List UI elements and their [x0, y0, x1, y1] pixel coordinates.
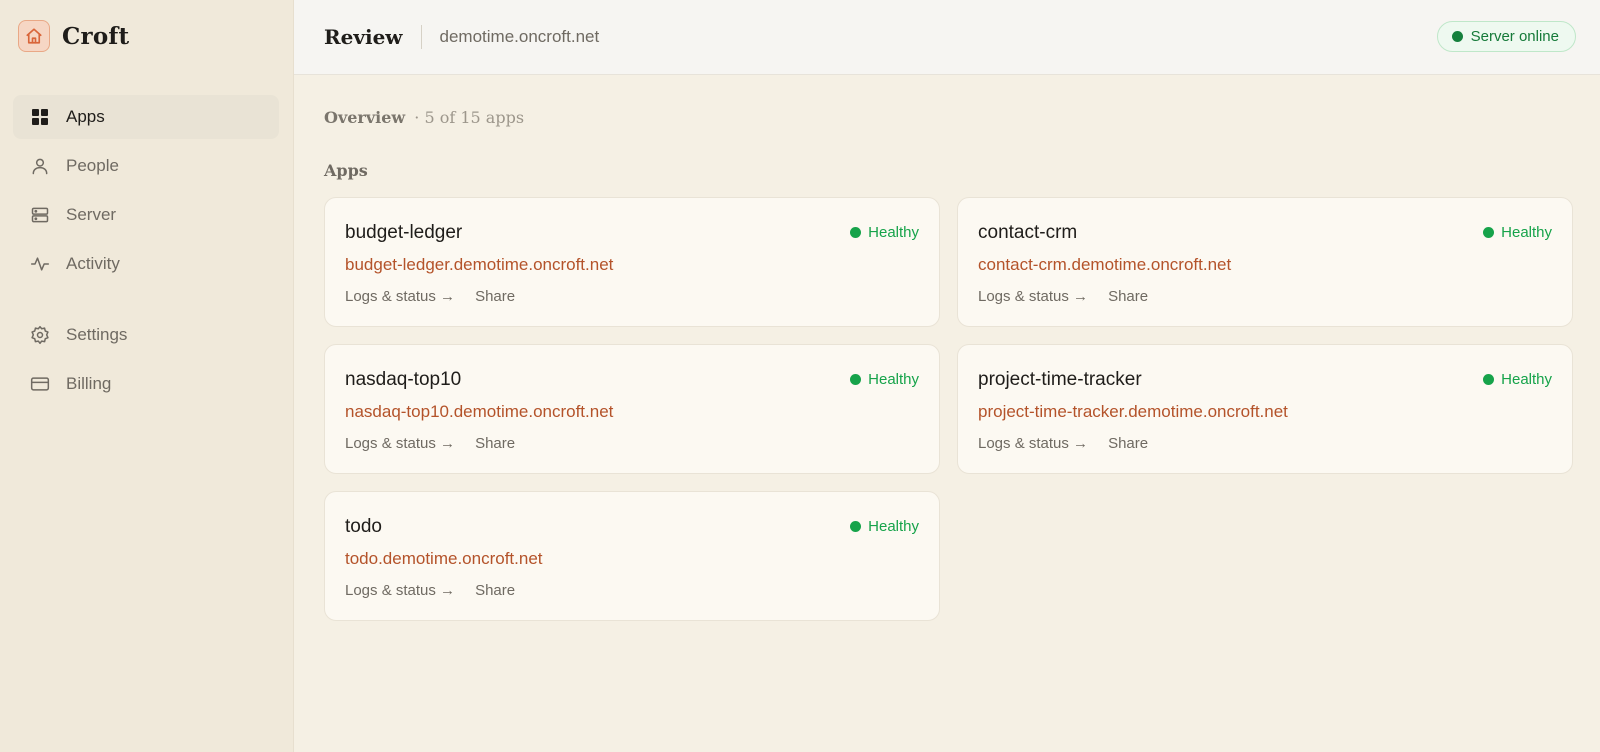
server-status-badge: Server online: [1436, 21, 1576, 52]
sidebar-item-settings[interactable]: Settings: [13, 313, 279, 357]
app-status-label: Healthy: [868, 224, 919, 241]
logs-status-link[interactable]: Logs & status →: [345, 435, 455, 452]
sidebar-item-label: Activity: [66, 254, 120, 273]
app-status-badge: Healthy: [850, 371, 919, 388]
sidebar-item-billing[interactable]: Billing: [13, 362, 279, 406]
app-name: contact-crm: [978, 222, 1078, 243]
sidebar-item-activity[interactable]: Activity: [13, 242, 279, 286]
app-url-link[interactable]: project-time-tracker.demotime.oncroft.ne…: [978, 402, 1552, 422]
sidebar-item-label: Server: [66, 205, 117, 224]
app-actions: Logs & status → Share: [345, 435, 919, 452]
app-actions: Logs & status → Share: [978, 288, 1552, 305]
apps-grid: budget-ledger budget-ledger.demotime.onc…: [324, 197, 1576, 621]
app-name: budget-ledger: [345, 222, 463, 243]
app-actions: Logs & status → Share: [978, 435, 1552, 452]
app-card: contact-crm contact-crm.demotime.oncroft…: [957, 197, 1573, 327]
main-area: Review demotime.oncroft.net Server onlin…: [294, 0, 1600, 752]
app-status-badge: Healthy: [850, 518, 919, 535]
share-link[interactable]: Share: [475, 582, 515, 599]
app-status-badge: Healthy: [850, 224, 919, 241]
app-card: todo todo.demotime.oncroft.net Logs & st…: [324, 491, 940, 621]
app-actions: Logs & status → Share: [345, 288, 919, 305]
overview-title: Overview: [324, 108, 406, 127]
sidebar-item-apps[interactable]: Apps: [13, 95, 279, 139]
content: Overview · 5 of 15 apps Apps budget-ledg…: [294, 108, 1600, 621]
app-status-label: Healthy: [868, 371, 919, 388]
sidebar-item-people[interactable]: People: [13, 144, 279, 188]
app-url-link[interactable]: nasdaq-top10.demotime.oncroft.net: [345, 402, 919, 422]
brand-name: Croft: [62, 22, 130, 50]
sidebar-item-label: Settings: [66, 325, 128, 344]
status-dot-icon: [850, 227, 862, 238]
sidebar-nav: Apps People Server Activity Settings Bil…: [13, 95, 279, 411]
app-name: todo: [345, 516, 382, 537]
app-card: nasdaq-top10 nasdaq-top10.demotime.oncro…: [324, 344, 940, 474]
sidebar: Croft Apps People Server Activity Settin…: [0, 0, 294, 752]
page-title: Review: [324, 25, 403, 49]
app-status-label: Healthy: [1501, 371, 1552, 388]
gear-icon: [30, 325, 50, 345]
sidebar-item-label: People: [66, 156, 119, 175]
app-url-link[interactable]: budget-ledger.demotime.oncroft.net: [345, 255, 919, 275]
share-link[interactable]: Share: [475, 288, 515, 305]
app-status-label: Healthy: [868, 518, 919, 535]
brand[interactable]: Croft: [18, 20, 129, 52]
grid-icon: [30, 107, 50, 127]
logs-status-link[interactable]: Logs & status →: [978, 288, 1088, 305]
logs-status-link[interactable]: Logs & status →: [345, 288, 455, 305]
app-name: nasdaq-top10: [345, 369, 462, 390]
status-dot-icon: [850, 521, 862, 532]
share-link[interactable]: Share: [475, 435, 515, 452]
status-dot-icon: [1451, 31, 1463, 42]
host-label: demotime.oncroft.net: [439, 27, 600, 46]
app-card: project-time-tracker project-time-tracke…: [957, 344, 1573, 474]
app-url-link[interactable]: contact-crm.demotime.oncroft.net: [978, 255, 1552, 275]
logs-status-link[interactable]: Logs & status →: [345, 582, 455, 599]
status-dot-icon: [1483, 374, 1495, 385]
top-bar: Review demotime.oncroft.net Server onlin…: [294, 0, 1600, 75]
status-dot-icon: [850, 374, 862, 385]
title-divider: [420, 25, 422, 49]
status-dot-icon: [1483, 227, 1495, 238]
app-name: project-time-tracker: [978, 369, 1142, 390]
logs-status-link[interactable]: Logs & status →: [978, 435, 1088, 452]
user-icon: [30, 156, 50, 176]
share-link[interactable]: Share: [1108, 288, 1148, 305]
sidebar-item-server[interactable]: Server: [13, 193, 279, 237]
overview-heading: Overview · 5 of 15 apps: [324, 108, 1576, 127]
app-actions: Logs & status → Share: [345, 582, 919, 599]
sidebar-item-label: Apps: [66, 107, 105, 126]
sidebar-item-label: Billing: [66, 374, 112, 393]
share-link[interactable]: Share: [1108, 435, 1148, 452]
home-icon: [18, 20, 50, 52]
app-status-label: Healthy: [1501, 224, 1552, 241]
server-status-label: Server online: [1470, 28, 1559, 45]
app-card: budget-ledger budget-ledger.demotime.onc…: [324, 197, 940, 327]
server-icon: [30, 205, 50, 225]
apps-section-title: Apps: [324, 161, 368, 180]
app-status-badge: Healthy: [1483, 224, 1552, 241]
credit-card-icon: [30, 374, 50, 394]
app-status-badge: Healthy: [1483, 371, 1552, 388]
activity-icon: [30, 254, 50, 274]
app-count: · 5 of 15 apps: [414, 108, 525, 127]
app-url-link[interactable]: todo.demotime.oncroft.net: [345, 549, 919, 569]
